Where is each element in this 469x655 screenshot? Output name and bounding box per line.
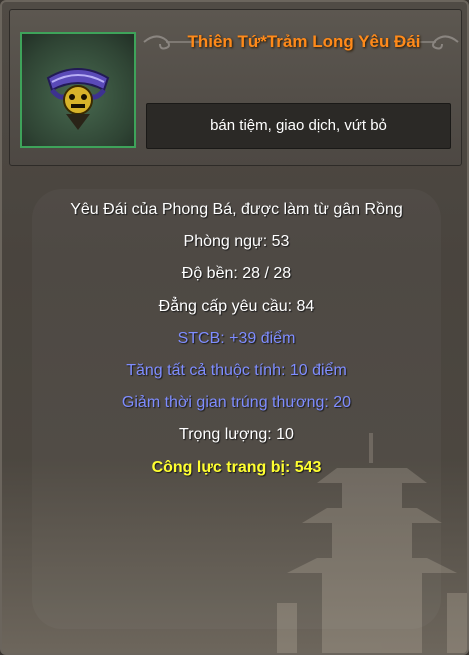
stat-level-required: Đẳng cấp yêu cầu: 84 xyxy=(158,297,315,315)
stat-all-attributes: Tăng tất cả thuộc tính: 10 điểm xyxy=(126,361,347,379)
stat-durability: Độ bền: 28 / 28 xyxy=(181,265,292,283)
item-description: Yêu Đái của Phong Bá, được làm từ gân Rồ… xyxy=(70,201,403,218)
item-header: Thiên Tứ*Trảm Long Yêu Đái bán tiệm, gia… xyxy=(9,9,462,166)
stat-weight: Trọng lượng: 10 xyxy=(179,426,294,444)
item-tooltip: Thiên Tứ*Trảm Long Yêu Đái bán tiệm, gia… xyxy=(0,0,469,655)
stat-defense: Phòng ngự: 53 xyxy=(183,233,290,251)
stat-stcb: STCB: +39 điểm xyxy=(177,329,296,347)
stat-combat-power: Công lực trang bị: 543 xyxy=(151,458,322,476)
item-stats: Yêu Đái của Phong Bá, được làm từ gân Rồ… xyxy=(2,198,467,488)
belt-icon xyxy=(46,68,110,130)
item-actions: bán tiệm, giao dịch, vứt bỏ xyxy=(146,103,451,149)
stat-hit-recovery: Giảm thời gian trúng thương: 20 xyxy=(121,394,352,412)
item-name: Thiên Tứ*Trảm Long Yêu Đái xyxy=(187,32,421,51)
item-icon-slot[interactable] xyxy=(20,32,136,148)
